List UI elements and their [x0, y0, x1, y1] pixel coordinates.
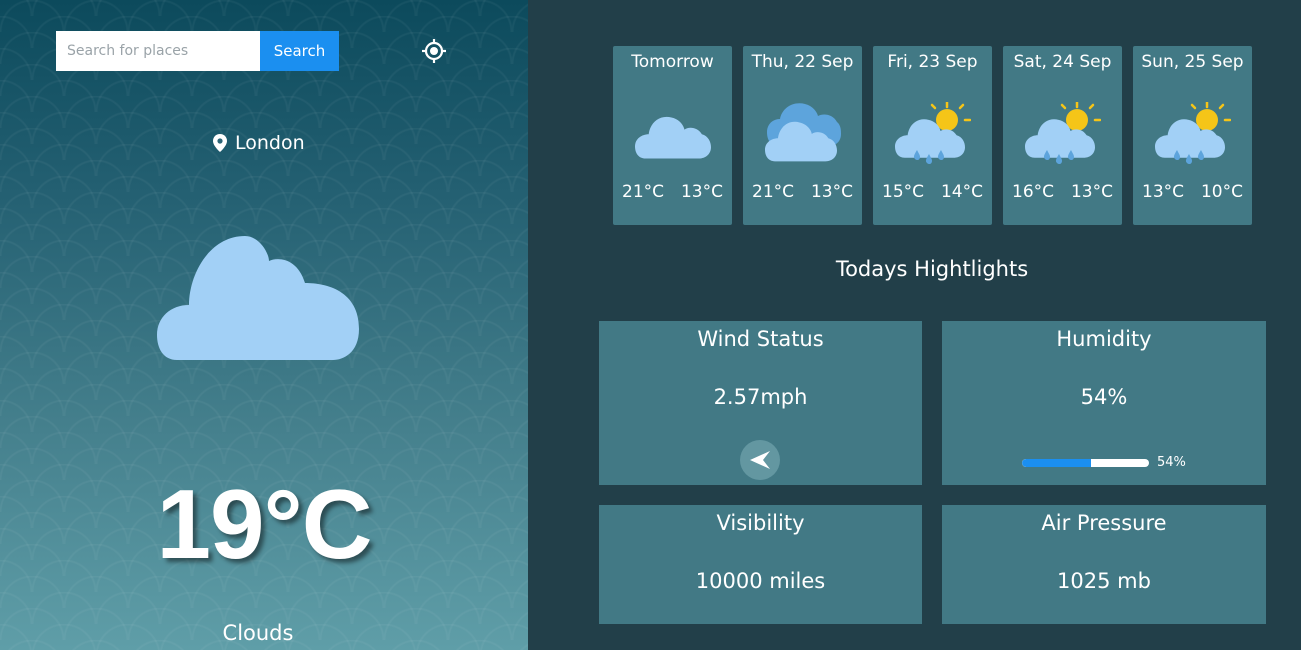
- humidity-progress-label: 54%: [1157, 455, 1186, 470]
- forecast-max-temp: 21°C: [622, 182, 665, 202]
- forecast-day: Fri, 23 Sep: [887, 52, 978, 72]
- forecast-panel: Tomorrow 21°C 13°C Thu, 22 Sep 21°C 13°C…: [528, 0, 1301, 650]
- cloud-icon: [635, 116, 711, 159]
- air-pressure-title: Air Pressure: [1041, 511, 1167, 535]
- forecast-min-temp: 13°C: [810, 182, 853, 202]
- location: London: [213, 132, 305, 154]
- forecast-min-temp: 14°C: [940, 182, 983, 202]
- location-name: London: [235, 132, 305, 154]
- sun-cloud-rain-icon: [895, 102, 971, 165]
- forecast-day: Sun, 25 Sep: [1141, 52, 1244, 72]
- forecast-min-temp: 13°C: [680, 182, 723, 202]
- humidity-card: Humidity 54% 54%: [942, 321, 1266, 485]
- current-location-button[interactable]: [421, 38, 447, 64]
- humidity-title: Humidity: [1056, 327, 1152, 351]
- forecast-card: Fri, 23 Sep 15°C 14°C: [873, 46, 992, 225]
- forecast-max-temp: 15°C: [882, 182, 925, 202]
- wind-speed-value: 2.57mph: [713, 385, 808, 409]
- forecast-list: Tomorrow 21°C 13°C Thu, 22 Sep 21°C 13°C…: [613, 46, 1252, 225]
- forecast-min-temp: 13°C: [1070, 182, 1113, 202]
- navigation-arrow-icon: [750, 451, 770, 469]
- visibility-title: Visibility: [716, 511, 805, 535]
- current-temperature: 19°C: [156, 469, 373, 579]
- wind-status-card: Wind Status 2.57mph: [599, 321, 922, 485]
- wind-direction-indicator: [740, 440, 780, 480]
- search-input[interactable]: [56, 31, 260, 71]
- forecast-card: Thu, 22 Sep 21°C 13°C: [743, 46, 862, 225]
- visibility-value: 10000 miles: [695, 569, 826, 593]
- humidity-progress-fill: [1022, 459, 1091, 467]
- forecast-max-temp: 16°C: [1012, 182, 1055, 202]
- visibility-card: Visibility 10000 miles: [599, 505, 922, 624]
- humidity-value: 54%: [1080, 385, 1128, 409]
- sun-cloud-rain-icon: [1025, 102, 1101, 165]
- forecast-card: Tomorrow 21°C 13°C: [613, 46, 732, 225]
- weather-condition: Clouds: [222, 621, 294, 645]
- highlights-title: Todays Hightlights: [835, 257, 1029, 281]
- sun-cloud-rain-icon: [1155, 102, 1231, 165]
- forecast-card: Sat, 24 Sep 16°C 13°C: [1003, 46, 1122, 225]
- forecast-card: Sun, 25 Sep 13°C 10°C: [1133, 46, 1252, 225]
- wind-status-title: Wind Status: [697, 327, 824, 351]
- forecast-max-temp: 21°C: [752, 182, 795, 202]
- forecast-day: Tomorrow: [631, 52, 714, 72]
- search-button[interactable]: Search: [260, 31, 339, 71]
- air-pressure-card: Air Pressure 1025 mb: [942, 505, 1266, 624]
- forecast-day: Sat, 24 Sep: [1013, 52, 1112, 72]
- heavy-clouds-icon: [765, 103, 841, 162]
- current-weather-panel: Search London 19°C Clouds: [0, 0, 528, 650]
- forecast-min-temp: 10°C: [1200, 182, 1243, 202]
- humidity-progress-bar: [1022, 459, 1149, 467]
- map-pin-icon: [213, 134, 227, 152]
- cloud-icon: [157, 236, 359, 360]
- forecast-max-temp: 13°C: [1142, 182, 1185, 202]
- crosshair-icon: [422, 39, 446, 63]
- forecast-day: Thu, 22 Sep: [751, 52, 854, 72]
- air-pressure-value: 1025 mb: [1057, 569, 1151, 593]
